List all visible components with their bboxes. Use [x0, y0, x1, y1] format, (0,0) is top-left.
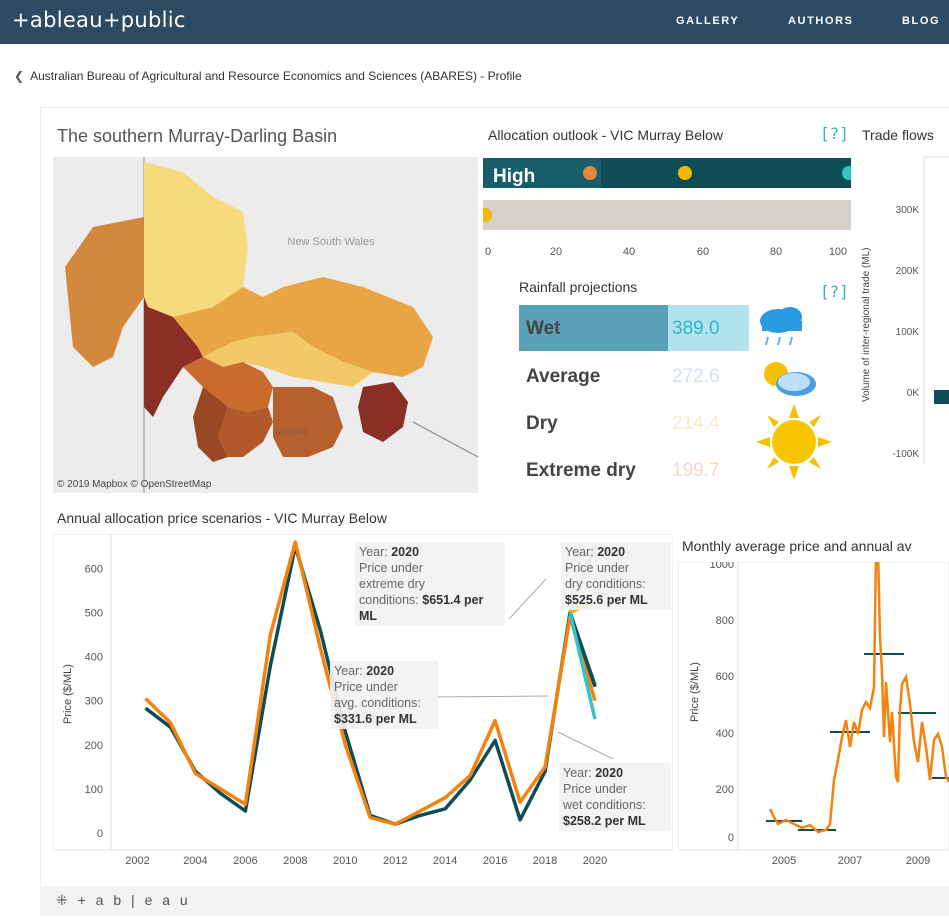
svg-text:600: 600: [716, 671, 734, 683]
map-attribution[interactable]: © 2019 Mapbox © OpenStreetMap: [57, 479, 212, 490]
map-label-vic: Victoria: [275, 427, 309, 438]
rainfall-value-average: 272.6: [672, 366, 720, 387]
price-xtick: 2020: [583, 855, 607, 867]
trade-title: Trade flows: [862, 127, 934, 143]
breadcrumb-label[interactable]: Australian Bureau of Agricultural and Re…: [30, 69, 522, 83]
basin-map[interactable]: New South Wales Victoria © 2019 Mapbox ©…: [53, 157, 478, 493]
monthly-xticks: 2005 2007 2009: [772, 855, 930, 867]
price-ytick: 0: [97, 828, 103, 840]
nav-authors[interactable]: AUTHORS: [788, 15, 854, 27]
trade-yticks: 300K 200K 100K 0K -100K: [892, 205, 919, 460]
partly-cloudy-icon: [764, 362, 816, 396]
svg-text:20: 20: [550, 246, 562, 258]
price-xtick: 2006: [233, 855, 257, 867]
svg-text:40: 40: [623, 246, 635, 258]
monthly-chart-title: Monthly average price and annual av: [682, 538, 912, 554]
rainfall-label-average: Average: [526, 366, 601, 387]
svg-text:100K: 100K: [896, 327, 920, 338]
svg-text:2009: 2009: [906, 855, 930, 867]
trade-chart[interactable]: Volume of inter-regional trade (ML) 300K…: [857, 152, 949, 464]
map-label-nsw: New South Wales: [287, 236, 375, 248]
monthly-price-line[interactable]: [768, 562, 949, 834]
price-ytick: 400: [85, 652, 103, 664]
svg-text:200K: 200K: [896, 266, 920, 277]
price-xtick: 2014: [433, 855, 457, 867]
svg-text:2007: 2007: [838, 855, 862, 867]
tooltip-dry: Year: 2020 Price under dry conditions: $…: [561, 542, 671, 610]
allocation-band-label: High: [493, 166, 535, 187]
price-xtick: 2012: [383, 855, 407, 867]
monthly-ylabel: Price ($/ML): [689, 662, 701, 722]
monthly-yticks: 1000 800 600 400 200 0: [710, 562, 734, 844]
allocation-axis: 0 20 40 60 80 100: [485, 246, 847, 258]
svg-text:0: 0: [485, 246, 491, 258]
svg-text:200: 200: [716, 784, 734, 796]
tableau-footer: ⁜ + a b | e a u: [40, 886, 949, 916]
top-navigation-bar: +ableau+public GALLERY AUTHORS BLOG: [0, 0, 949, 44]
svg-text:-100K: -100K: [892, 449, 919, 460]
price-ytick: 100: [85, 784, 103, 796]
price-ytick: 600: [85, 563, 103, 575]
price-ytick: 200: [85, 740, 103, 752]
tooltip-average: Year: 2020 Price under avg. conditions: …: [330, 661, 438, 729]
allocation-chart[interactable]: High 0 20 40 60 80 100: [483, 155, 851, 263]
svg-text:800: 800: [716, 615, 734, 627]
monthly-price-chart[interactable]: Price ($/ML) 1000 800 600 400 200 0 2005…: [678, 562, 949, 874]
tooltip-extreme-dry: Year: 2020 Price under extreme dry condi…: [355, 542, 505, 626]
svg-text:0: 0: [728, 832, 734, 844]
price-xtick: 2018: [533, 855, 557, 867]
svg-text:1000: 1000: [710, 562, 734, 571]
price-xticks: 2002 2004 2006 2008 2010 2012 2014 2016 2018 2020: [125, 855, 607, 867]
rainfall-value-wet: 389.0: [672, 318, 720, 339]
map-title: The southern Murray-Darling Basin: [57, 126, 338, 146]
svg-text:0K: 0K: [907, 388, 920, 399]
tableau-footer-logo[interactable]: ⁜ + a b | e a u: [56, 892, 191, 909]
price-xtick: 2002: [125, 855, 149, 867]
nav-gallery[interactable]: GALLERY: [676, 15, 739, 27]
rainfall-label-extreme-dry: Extreme dry: [526, 460, 636, 481]
annual-average-markers[interactable]: [766, 653, 949, 831]
rainfall-label-wet: Wet: [526, 318, 561, 339]
tooltip-wet: Year: 2020 Price under wet conditions: $…: [559, 763, 671, 831]
price-ylabel: Price ($/ML): [62, 664, 74, 724]
scenario-line-wet[interactable]: [568, 612, 597, 720]
allocation-point-mid[interactable]: [678, 166, 692, 180]
chevron-left-icon[interactable]: ❮: [14, 69, 24, 83]
svg-text:300K: 300K: [896, 205, 920, 216]
svg-text:60: 60: [697, 246, 709, 258]
price-ytick: 300: [85, 696, 103, 708]
nav-blog[interactable]: BLOG: [902, 15, 940, 27]
svg-text:400: 400: [716, 728, 734, 740]
price-xtick: 2008: [283, 855, 307, 867]
svg-text:2005: 2005: [772, 855, 796, 867]
price-xtick: 2016: [483, 855, 507, 867]
rainfall-value-dry: 214.4: [672, 413, 720, 434]
price-chart-title: Annual allocation price scenarios - VIC …: [57, 510, 387, 526]
sun-icon: [756, 404, 832, 480]
rain-cloud-icon: [760, 307, 802, 346]
rainfall-help-icon[interactable]: [?]: [820, 282, 849, 301]
price-yticks: 600 500 400 300 200 100 0: [85, 563, 103, 840]
svg-text:80: 80: [770, 246, 782, 258]
price-xtick: 2004: [183, 855, 207, 867]
rainfall-value-extreme-dry: 199.7: [672, 460, 720, 481]
rainfall-label-dry: Dry: [526, 413, 558, 434]
tableau-public-logo[interactable]: +ableau+public: [12, 8, 186, 32]
svg-text:100: 100: [829, 246, 847, 258]
allocation-point-low[interactable]: [583, 166, 597, 180]
trade-bar[interactable]: [934, 390, 949, 404]
breadcrumb[interactable]: ❮ Australian Bureau of Agricultural and R…: [14, 69, 522, 83]
price-ytick: 500: [85, 608, 103, 620]
price-xtick: 2010: [333, 855, 357, 867]
trade-ylabel: Volume of inter-regional trade (ML): [861, 247, 872, 402]
allocation-title: Allocation outlook - VIC Murray Below: [488, 127, 723, 143]
rainfall-title: Rainfall projections: [519, 279, 638, 295]
allocation-help-icon[interactable]: [?]: [820, 124, 849, 143]
